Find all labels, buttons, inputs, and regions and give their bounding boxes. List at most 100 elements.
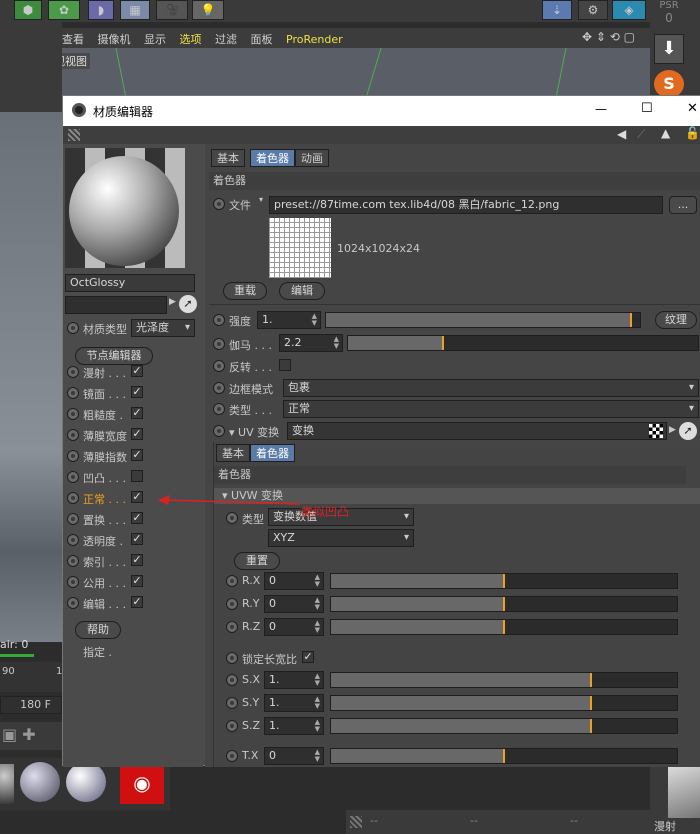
maximize-button[interactable]: ☐ — [641, 101, 653, 116]
floor-tool-icon[interactable]: ▦ — [120, 0, 150, 20]
nav-up-icon[interactable]: ▲ — [661, 126, 670, 140]
channel-radio[interactable] — [67, 597, 79, 609]
channel-label[interactable]: 凹凸 . . . — [83, 470, 126, 486]
mat-type-radio[interactable] — [67, 322, 79, 334]
channel-checkbox[interactable]: ✓ — [131, 554, 143, 566]
nav-forward-icon[interactable]: ⟋ — [637, 127, 645, 142]
flower-tool-icon[interactable]: ✿ — [48, 0, 80, 20]
channel-checkbox[interactable]: ✓ — [131, 491, 143, 503]
uvw-row-spinner-icon[interactable]: ▲ ▼ — [315, 673, 320, 687]
channel-radio[interactable] — [67, 408, 79, 420]
node-editor-button[interactable]: 节点编辑器 — [75, 347, 153, 365]
channel-checkbox[interactable]: ✓ — [131, 428, 143, 440]
channel-radio[interactable] — [67, 366, 79, 378]
uvw-row-spinner-icon[interactable]: ▲ ▼ — [315, 749, 320, 763]
light-tool-icon[interactable]: 💡 — [192, 0, 224, 20]
record-icon[interactable]: ◉ — [120, 762, 164, 804]
mat-type-dropdown[interactable]: 光泽度 — [131, 319, 195, 337]
node-link-field[interactable] — [65, 296, 167, 314]
gear-icon[interactable]: ⚙ — [578, 0, 608, 20]
channel-checkbox[interactable]: ✓ — [131, 596, 143, 608]
channel-checkbox[interactable]: ✓ — [131, 365, 143, 377]
strength-radio[interactable] — [213, 314, 225, 326]
reload-button[interactable]: 重载 — [223, 282, 267, 300]
uvw-row-radio[interactable] — [226, 621, 238, 633]
cube-tool-icon[interactable]: ⬢ — [14, 0, 42, 20]
lock-ratio-radio[interactable] — [226, 652, 238, 664]
material-thumb-1[interactable] — [0, 764, 14, 804]
uv-field[interactable]: 变换 — [287, 422, 667, 440]
border-radio[interactable] — [213, 382, 225, 394]
uvw-row-slider[interactable] — [330, 748, 678, 764]
subtab-shader[interactable]: 着色器 — [250, 444, 295, 462]
uvw-row-slider[interactable] — [330, 672, 678, 688]
uvw-row-radio[interactable] — [226, 598, 238, 610]
tab-animation[interactable]: 动画 — [295, 149, 329, 167]
invert-radio[interactable] — [213, 360, 225, 372]
nav-back-icon[interactable]: ◀ — [617, 127, 626, 141]
uvw-row-slider[interactable] — [330, 619, 678, 635]
close-button[interactable]: ✕ — [687, 101, 698, 116]
tab-shader[interactable]: 着色器 — [250, 149, 295, 167]
frame-field[interactable]: 180 F — [0, 696, 62, 714]
uvw-row-slider[interactable] — [330, 573, 678, 589]
uvw-xyz-dropdown[interactable]: XYZ — [268, 529, 414, 547]
channel-checkbox[interactable]: ✓ — [131, 533, 143, 545]
gamma-field[interactable]: 2.2 ▲ ▼ — [279, 334, 343, 352]
pick-arrow-icon[interactable]: ➚ — [179, 295, 197, 313]
channel-label[interactable]: 粗糙度 . — [83, 407, 123, 423]
uvw-row-field[interactable]: 1. ▲ ▼ — [264, 694, 324, 712]
strength-spinner-icon[interactable]: ▲ ▼ — [312, 313, 317, 327]
render-tool-icon[interactable]: ◈ — [612, 0, 646, 20]
lock-icon[interactable]: 🔓 — [685, 126, 700, 140]
menu-filter[interactable]: 过滤 — [215, 33, 237, 46]
uvw-row-radio[interactable] — [226, 575, 238, 587]
uvw-row-field[interactable]: 0 ▲ ▼ — [264, 747, 324, 765]
lock-ratio-checkbox[interactable]: ✓ — [302, 651, 314, 663]
checker-icon[interactable] — [649, 424, 663, 438]
browse-button[interactable]: ... — [669, 196, 697, 214]
menu-options[interactable]: 选项 — [180, 33, 202, 46]
uvw-row-radio[interactable] — [226, 720, 238, 732]
channel-label[interactable]: 编辑 . . . — [83, 596, 126, 612]
deformer-tool-icon[interactable]: ◗ — [88, 0, 114, 20]
material-thumb-3[interactable] — [66, 762, 106, 802]
channel-label[interactable]: 漫射 . . . — [83, 365, 126, 381]
menu-prorender[interactable]: ProRender — [286, 33, 343, 46]
move-down-icon[interactable]: ⇣ — [542, 0, 572, 20]
channel-checkbox[interactable]: ✓ — [131, 449, 143, 461]
uv-radio[interactable] — [213, 425, 225, 437]
reset-button[interactable]: 重置 — [234, 552, 280, 570]
gamma-slider[interactable] — [347, 335, 699, 351]
tab-basic[interactable]: 基本 — [211, 149, 245, 167]
uvw-row-spinner-icon[interactable]: ▲ ▼ — [315, 574, 320, 588]
channel-checkbox[interactable]: ✓ — [131, 407, 143, 419]
menu-display[interactable]: 显示 — [144, 33, 166, 46]
uvw-row-spinner-icon[interactable]: ▲ ▼ — [315, 620, 320, 634]
channel-radio[interactable] — [67, 513, 79, 525]
material-name-field[interactable]: OctGlossy — [65, 274, 195, 292]
channel-label[interactable]: 薄膜指数 — [83, 449, 127, 465]
channel-label[interactable]: 索引 . . . — [83, 554, 126, 570]
channel-radio[interactable] — [67, 492, 79, 504]
help-button[interactable]: 帮助 — [75, 621, 121, 639]
file-path-field[interactable]: preset://87time.com tex.lib4d/08 黑白/fabr… — [269, 196, 663, 214]
gamma-radio[interactable] — [213, 338, 225, 350]
channel-radio[interactable] — [67, 576, 79, 588]
channel-label[interactable]: 正常 . . . — [83, 491, 126, 507]
channel-label[interactable]: 镜面 . . . — [83, 386, 126, 402]
channel-radio[interactable] — [67, 534, 79, 546]
channel-radio[interactable] — [67, 450, 79, 462]
texture-button[interactable]: 纹理 — [655, 311, 697, 329]
title-bar[interactable]: 材质编辑器 — ☐ ✕ — [63, 96, 700, 126]
invert-checkbox[interactable] — [279, 359, 291, 371]
uvw-row-spinner-icon[interactable]: ▲ ▼ — [315, 719, 320, 733]
uvw-row-field[interactable]: 0 ▲ ▼ — [264, 618, 324, 636]
uvw-row-slider[interactable] — [330, 695, 678, 711]
channel-checkbox[interactable]: ✓ — [131, 386, 143, 398]
s-plugin-icon[interactable]: S — [654, 70, 684, 98]
type-dropdown[interactable]: 正常 — [283, 400, 699, 418]
uvw-row-spinner-icon[interactable]: ▲ ▼ — [315, 597, 320, 611]
channel-radio[interactable] — [67, 555, 79, 567]
uvw-row-field[interactable]: 0 ▲ ▼ — [264, 572, 324, 590]
